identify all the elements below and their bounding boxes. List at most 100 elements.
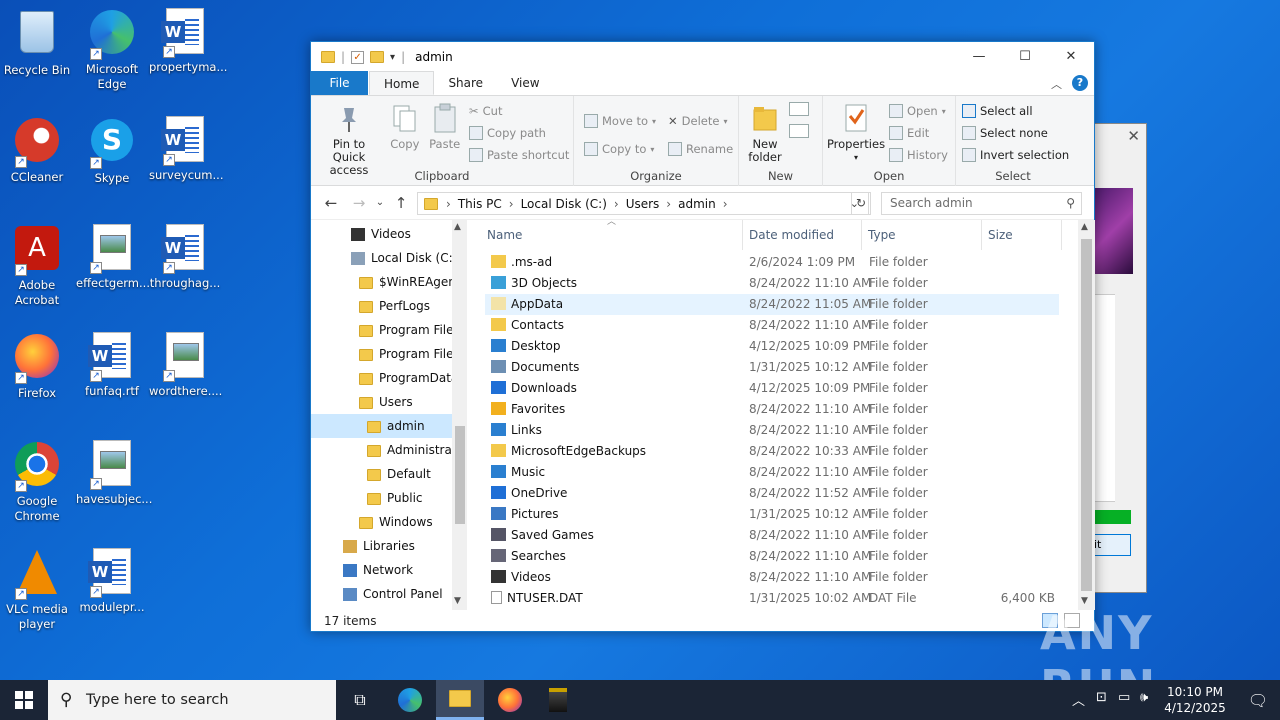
file-row[interactable]: Pictures 1/31/2025 10:12 AM File folder xyxy=(485,504,1059,525)
tab-file[interactable]: File xyxy=(311,71,368,95)
close-icon[interactable]: ✕ xyxy=(1127,127,1140,145)
volume-icon[interactable]: 🕪 xyxy=(1140,690,1148,705)
background-window[interactable]: ✕ it xyxy=(1092,123,1147,593)
recent-locations-icon[interactable]: ⌄ xyxy=(373,197,387,208)
navigation-pane-scroll-thumb[interactable] xyxy=(455,426,465,524)
desktop-icon-effectgerm[interactable]: ↗ effectgerm... xyxy=(76,224,150,291)
start-button[interactable] xyxy=(0,680,48,720)
copy-to-button[interactable]: Copy to ▾ xyxy=(584,138,656,160)
file-row[interactable]: Saved Games 8/24/2022 11:10 AM File folder xyxy=(485,525,1059,546)
desktop-icon-funfaq[interactable]: W ↗ funfaq.rtf xyxy=(76,332,148,399)
up-arrow-icon[interactable]: ↑ xyxy=(387,194,415,212)
properties-button[interactable]: Properties ▾ xyxy=(827,100,885,166)
invert-selection-button[interactable]: Invert selection xyxy=(962,144,1069,166)
search-input[interactable]: Search admin ⚲ xyxy=(881,192,1082,215)
refresh-icon[interactable]: ↻ xyxy=(851,192,871,215)
tree-item-program-files[interactable]: Program Files xyxy=(311,318,452,342)
column-header-date[interactable]: Date modified xyxy=(743,220,862,250)
minimize-button[interactable]: — xyxy=(956,42,1002,72)
help-icon[interactable]: ? xyxy=(1072,75,1088,91)
new-item-icon[interactable] xyxy=(789,102,809,116)
desktop-icon-skype[interactable]: S ↗ Skype xyxy=(76,116,148,186)
network-icon[interactable]: ⊡ xyxy=(1096,690,1107,705)
column-header-type[interactable]: Type xyxy=(862,220,982,250)
desktop-icon-modulepr[interactable]: W ↗ modulepr... xyxy=(76,548,148,615)
chevron-up-icon[interactable]: ︿ xyxy=(1072,690,1085,709)
taskbar-app[interactable] xyxy=(534,680,582,720)
file-list-scroll-thumb[interactable] xyxy=(1081,239,1092,591)
clock[interactable]: 10:10 PM 4/12/2025 xyxy=(1160,684,1230,716)
cut-button[interactable]: ✂ Cut xyxy=(469,100,569,122)
file-row[interactable]: .ms-ad 2/6/2024 1:09 PM File folder xyxy=(485,252,1059,273)
file-row[interactable]: Downloads 4/12/2025 10:09 PM File folder xyxy=(485,378,1059,399)
tab-view[interactable]: View xyxy=(497,71,553,95)
scroll-down-icon[interactable]: ▼ xyxy=(1081,596,1088,606)
tab-share[interactable]: Share xyxy=(434,71,497,95)
desktop-icon-google-chrome[interactable]: ↗ Google Chrome xyxy=(1,440,73,524)
tree-item-libraries[interactable]: Libraries xyxy=(311,534,452,558)
column-header-name[interactable]: Name xyxy=(481,220,743,250)
scrollbar[interactable] xyxy=(1115,294,1131,502)
scroll-down-icon[interactable]: ▼ xyxy=(454,596,461,606)
tree-item-public[interactable]: Public xyxy=(311,486,452,510)
desktop-icon-surveycum[interactable]: W ↗ surveycum... xyxy=(149,116,223,183)
scroll-up-icon[interactable]: ▲ xyxy=(1081,222,1088,232)
display-icon[interactable]: ▭ xyxy=(1118,690,1130,705)
new-folder-qat-icon[interactable] xyxy=(370,51,385,63)
desktop-icon-microsoft-edge[interactable]: ↗ Microsoft Edge xyxy=(76,8,148,92)
file-row[interactable]: Music 8/24/2022 11:10 AM File folder xyxy=(485,462,1059,483)
tree-item-videos[interactable]: Videos xyxy=(311,222,452,246)
desktop-icon-vlc-media-player[interactable]: ↗ VLC media player xyxy=(1,548,73,632)
file-row[interactable]: 3D Objects 8/24/2022 11:10 AM File folder xyxy=(485,273,1059,294)
breadcrumb-users[interactable]: Users xyxy=(626,197,660,211)
desktop-icon-havesubjec[interactable]: ↗ havesubjec... xyxy=(76,440,152,507)
breadcrumb-local-disk[interactable]: Local Disk (C:) xyxy=(521,197,607,211)
history-button[interactable]: History xyxy=(889,144,948,166)
paste-button[interactable]: Paste xyxy=(427,100,463,153)
file-row[interactable]: AppData 8/24/2022 11:05 AM File folder xyxy=(485,294,1059,315)
new-folder-button[interactable]: New folder xyxy=(743,100,787,166)
tree-item-program-files-x86[interactable]: Program Files (x86) xyxy=(311,342,452,366)
customize-qat-icon[interactable]: ▾ xyxy=(390,52,395,63)
task-view-button[interactable]: ⧉ xyxy=(336,680,384,720)
file-row[interactable]: MicrosoftEdgeBackups 8/24/2022 10:33 AM Fi… xyxy=(485,441,1059,462)
maximize-button[interactable]: ☐ xyxy=(1002,42,1048,72)
desktop-icon-adobe-acrobat[interactable]: A ↗ Adobe Acrobat xyxy=(1,224,73,308)
notifications-button[interactable]: 🗨 xyxy=(1236,680,1280,720)
taskbar-edge[interactable] xyxy=(386,680,434,720)
desktop-icon-throughag[interactable]: W ↗ throughag... xyxy=(149,224,221,291)
file-row[interactable]: Videos 8/24/2022 11:10 AM File folder xyxy=(485,567,1059,588)
tab-home[interactable]: Home xyxy=(369,71,435,95)
copy-path-button[interactable]: Copy path xyxy=(469,122,569,144)
back-arrow-icon[interactable]: ← xyxy=(317,194,345,212)
delete-button[interactable]: ✕ Delete ▾ xyxy=(668,110,733,132)
breadcrumb-this-pc[interactable]: This PC xyxy=(458,197,502,211)
tree-item-local-disk-c[interactable]: Local Disk (C:) xyxy=(311,246,452,270)
breadcrumb-admin[interactable]: admin xyxy=(678,197,716,211)
file-row[interactable]: Contacts 8/24/2022 11:10 AM File folder xyxy=(485,315,1059,336)
tree-item-control-panel[interactable]: Control Panel xyxy=(311,582,452,606)
navigation-pane-scrollbar[interactable] xyxy=(452,220,467,610)
file-row[interactable]: Favorites 8/24/2022 11:10 AM File folder xyxy=(485,399,1059,420)
tree-item-default[interactable]: Default xyxy=(311,462,452,486)
desktop-icon-propertyma[interactable]: W ↗ propertyma... xyxy=(149,8,227,75)
tree-item-windows[interactable]: Windows xyxy=(311,510,452,534)
collapse-ribbon-icon[interactable]: ︿ xyxy=(1051,76,1062,92)
address-bar[interactable]: › This PC › Local Disk (C:) › Users › ad… xyxy=(417,192,869,215)
desktop-icon-wordthere[interactable]: ↗ wordthere.... xyxy=(149,332,222,399)
easy-access-icon[interactable] xyxy=(789,124,809,138)
properties-qat-icon[interactable]: ✓ xyxy=(351,50,365,64)
pin-quick-access-button[interactable]: Pin to Quick access xyxy=(315,100,383,179)
tree-item-administrator[interactable]: Administrator xyxy=(311,438,452,462)
file-row[interactable]: Links 8/24/2022 11:10 AM File folder xyxy=(485,420,1059,441)
move-to-button[interactable]: Move to ▾ xyxy=(584,110,656,132)
copy-button[interactable]: Copy xyxy=(387,100,423,153)
column-header-size[interactable]: Size xyxy=(982,220,1062,250)
select-none-button[interactable]: Select none xyxy=(962,122,1069,144)
tree-item-perflogs[interactable]: PerfLogs xyxy=(311,294,452,318)
taskbar-search-input[interactable]: ⚲ Type here to search xyxy=(48,680,336,720)
taskbar-file-explorer[interactable] xyxy=(436,680,484,720)
exit-button[interactable]: it xyxy=(1093,534,1131,556)
file-row[interactable]: Documents 1/31/2025 10:12 AM File folder xyxy=(485,357,1059,378)
desktop-icon-firefox[interactable]: ↗ Firefox xyxy=(1,332,73,401)
